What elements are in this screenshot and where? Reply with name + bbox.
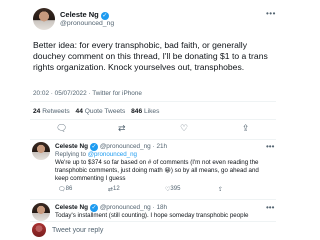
divider — [30, 199, 276, 200]
author-name[interactable]: Celeste Ng ✓ — [60, 10, 109, 20]
author-avatar[interactable] — [33, 8, 55, 30]
reply-icon[interactable]: 🗨︎ 86 — [58, 186, 72, 193]
share-icon[interactable]: ⇪ — [218, 186, 223, 193]
tweet-stats: 24 Retweets 44 Quote Tweets 846 Likes — [33, 108, 163, 115]
reply-count: 86 — [65, 186, 73, 192]
reply-author-name[interactable]: Celeste Ng — [55, 204, 88, 211]
reply-dot: · — [152, 204, 155, 211]
tweet-timestamp[interactable]: 20:02 · 05/07/2022 · Twitter for iPhone — [33, 90, 142, 97]
tweet-reply-input[interactable] — [52, 225, 232, 235]
reply-author-name[interactable]: Celeste Ng — [55, 143, 88, 150]
reply-avatar[interactable] — [32, 203, 50, 221]
tweet-text: Better idea: for every transphobic, bad … — [33, 40, 268, 72]
reply-tweet[interactable]: Celeste Ng ✓ @pronounced_ng · 21h ••• Rep… — [30, 142, 276, 193]
more-icon[interactable]: ••• — [266, 142, 274, 151]
divider — [30, 139, 276, 140]
reply-composer — [30, 222, 276, 240]
reply-author-handle[interactable]: @pronounced_ng — [100, 204, 151, 211]
reply-text: We're up to $374 so far based on # of co… — [55, 159, 259, 182]
quote-tweets-count[interactable]: 44 — [76, 108, 83, 115]
divider — [30, 101, 276, 102]
quote-tweets-label[interactable]: Quote Tweets — [85, 108, 126, 115]
like-count: 395 — [170, 186, 181, 192]
author-name-text[interactable]: Celeste Ng — [60, 10, 99, 19]
reply-header: Celeste Ng ✓ @pronounced_ng · 21h — [55, 143, 167, 151]
share-icon[interactable]: ⇪ — [242, 123, 250, 134]
heart-icon[interactable]: ♡ 395 — [165, 186, 180, 193]
verified-badge-icon: ✓ — [90, 143, 99, 151]
replying-to: Replying to @pronounced_ng — [55, 151, 137, 158]
reply-tweet[interactable]: Celeste Ng ✓ @pronounced_ng · 18h ••• Tod… — [30, 203, 276, 221]
reply-age[interactable]: 18h — [156, 204, 167, 211]
heart-icon[interactable]: ♡ — [180, 123, 188, 134]
retweet-icon[interactable]: ⇄ — [118, 123, 126, 134]
replying-to-handle[interactable]: @pronounced_ng — [88, 151, 137, 158]
reply-icon[interactable]: 🗨︎ — [56, 123, 67, 134]
retweets-count[interactable]: 24 — [33, 108, 40, 115]
likes-label[interactable]: Likes — [144, 108, 159, 115]
divider — [30, 119, 276, 120]
reply-header: Celeste Ng ✓ @pronounced_ng · 18h — [55, 204, 167, 212]
reply-author-handle[interactable]: @pronounced_ng — [100, 143, 151, 150]
current-user-avatar[interactable] — [32, 223, 46, 237]
author-handle[interactable]: @pronounced_ng — [60, 20, 114, 27]
reply-dot: · — [152, 143, 155, 150]
verified-badge-icon: ✓ — [100, 12, 109, 20]
verified-badge-icon: ✓ — [90, 204, 99, 212]
tweet-actions: 🗨︎ ⇄ ♡ ⇪ — [30, 123, 276, 137]
likes-count[interactable]: 846 — [131, 108, 142, 115]
retweet-count: 12 — [113, 186, 120, 192]
reply-avatar[interactable] — [32, 142, 50, 160]
retweet-icon[interactable]: ⇄ 12 — [108, 186, 120, 193]
more-icon[interactable]: ••• — [266, 203, 274, 212]
retweets-label[interactable]: Retweets — [42, 108, 70, 115]
reply-age[interactable]: 21h — [156, 143, 167, 150]
replying-to-label: Replying to — [55, 151, 86, 158]
more-icon[interactable]: ••• — [266, 9, 276, 18]
reply-text: Today's installment (still counting). I … — [55, 212, 249, 219]
